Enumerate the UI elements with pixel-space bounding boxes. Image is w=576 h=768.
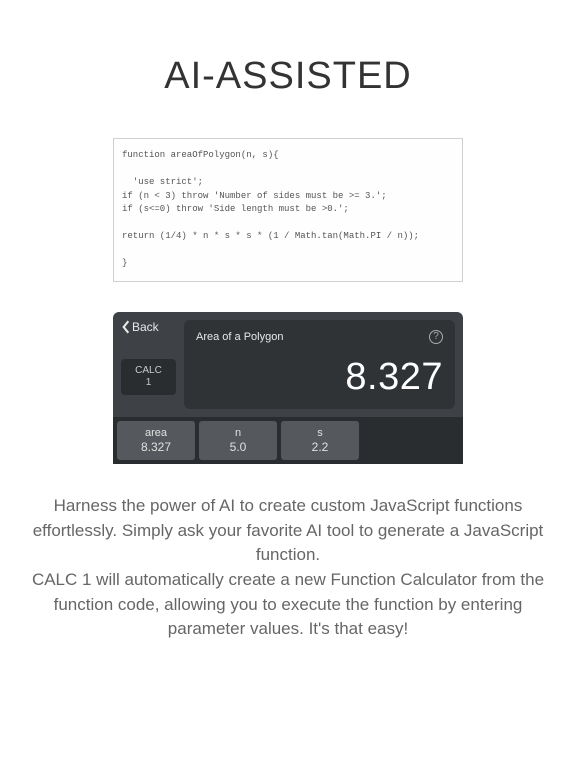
param-label: n	[199, 427, 277, 440]
page-title: AI-ASSISTED	[164, 55, 412, 98]
param-n[interactable]: n 5.0	[199, 421, 277, 461]
display-header: Area of a Polygon ?	[196, 330, 443, 344]
back-button[interactable]: Back	[121, 320, 176, 334]
param-s[interactable]: s 2.2	[281, 421, 359, 461]
param-value: 8.327	[117, 440, 195, 454]
calc1-button[interactable]: CALC 1	[121, 359, 176, 395]
calc1-line2: 1	[146, 377, 152, 388]
param-label: s	[281, 427, 359, 440]
calc1-line1: CALC	[135, 365, 162, 376]
calc-top-row: Back CALC 1 Area of a Polygon ? 8.327	[113, 312, 463, 417]
param-area[interactable]: area 8.327	[117, 421, 195, 461]
param-value: 5.0	[199, 440, 277, 454]
calculator-widget: Back CALC 1 Area of a Polygon ? 8.327 ar…	[113, 312, 463, 465]
calc-left-column: Back CALC 1	[121, 320, 176, 409]
param-label: area	[117, 427, 195, 440]
description-text: Harness the power of AI to create custom…	[0, 494, 576, 642]
code-snippet: function areaOfPolygon(n, s){ 'use stric…	[113, 138, 463, 282]
display-title: Area of a Polygon	[196, 331, 283, 343]
parameter-row: area 8.327 n 5.0 s 2.2	[113, 417, 463, 465]
param-value: 2.2	[281, 440, 359, 454]
result-value: 8.327	[196, 356, 443, 399]
calc-display: Area of a Polygon ? 8.327	[184, 320, 455, 409]
chevron-left-icon	[121, 320, 131, 334]
back-label: Back	[132, 320, 159, 334]
help-icon[interactable]: ?	[429, 330, 443, 344]
